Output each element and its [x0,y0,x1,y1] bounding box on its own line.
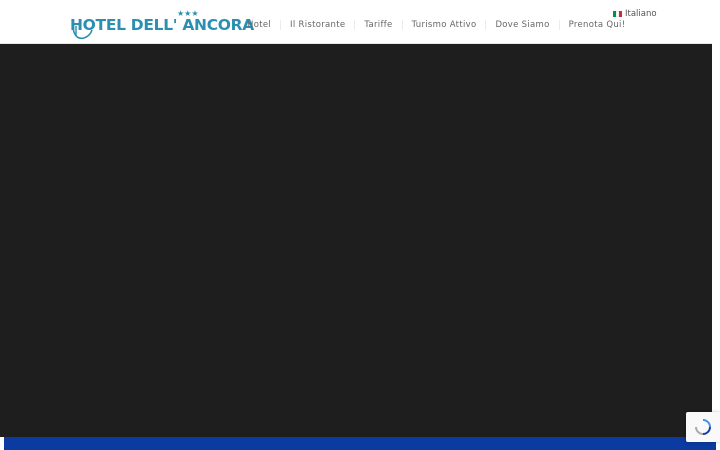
hero-video-area [0,44,712,437]
italy-flag-icon [613,11,622,17]
nav-item-dove-siamo[interactable]: Dove Siamo [486,20,558,30]
nav-item-ristorante[interactable]: Il Ristorante [281,20,354,30]
anchor-icon [72,26,93,40]
recaptcha-icon [695,419,711,435]
language-label: Italiano [625,9,657,19]
main-navigation: Hotel Il Ristorante Tariffe Turismo Atti… [238,18,634,32]
recaptcha-badge[interactable] [686,412,720,442]
page-edge [712,0,720,450]
site-header: ★★★ HOTEL DELL' ANCORA Hotel Il Ristoran… [0,0,712,44]
language-switcher[interactable]: Italiano [613,9,657,19]
logo-text: HOTEL DELL' ANCORA [70,16,254,34]
nav-item-tariffe[interactable]: Tariffe [355,20,401,30]
nav-item-turismo-attivo[interactable]: Turismo Attivo [403,20,486,30]
hotel-logo[interactable]: ★★★ HOTEL DELL' ANCORA [70,9,254,41]
nav-item-prenota-qui[interactable]: Prenota Qui! [560,20,635,30]
bottom-blue-band [4,437,716,450]
nav-item-hotel[interactable]: Hotel [238,20,280,30]
